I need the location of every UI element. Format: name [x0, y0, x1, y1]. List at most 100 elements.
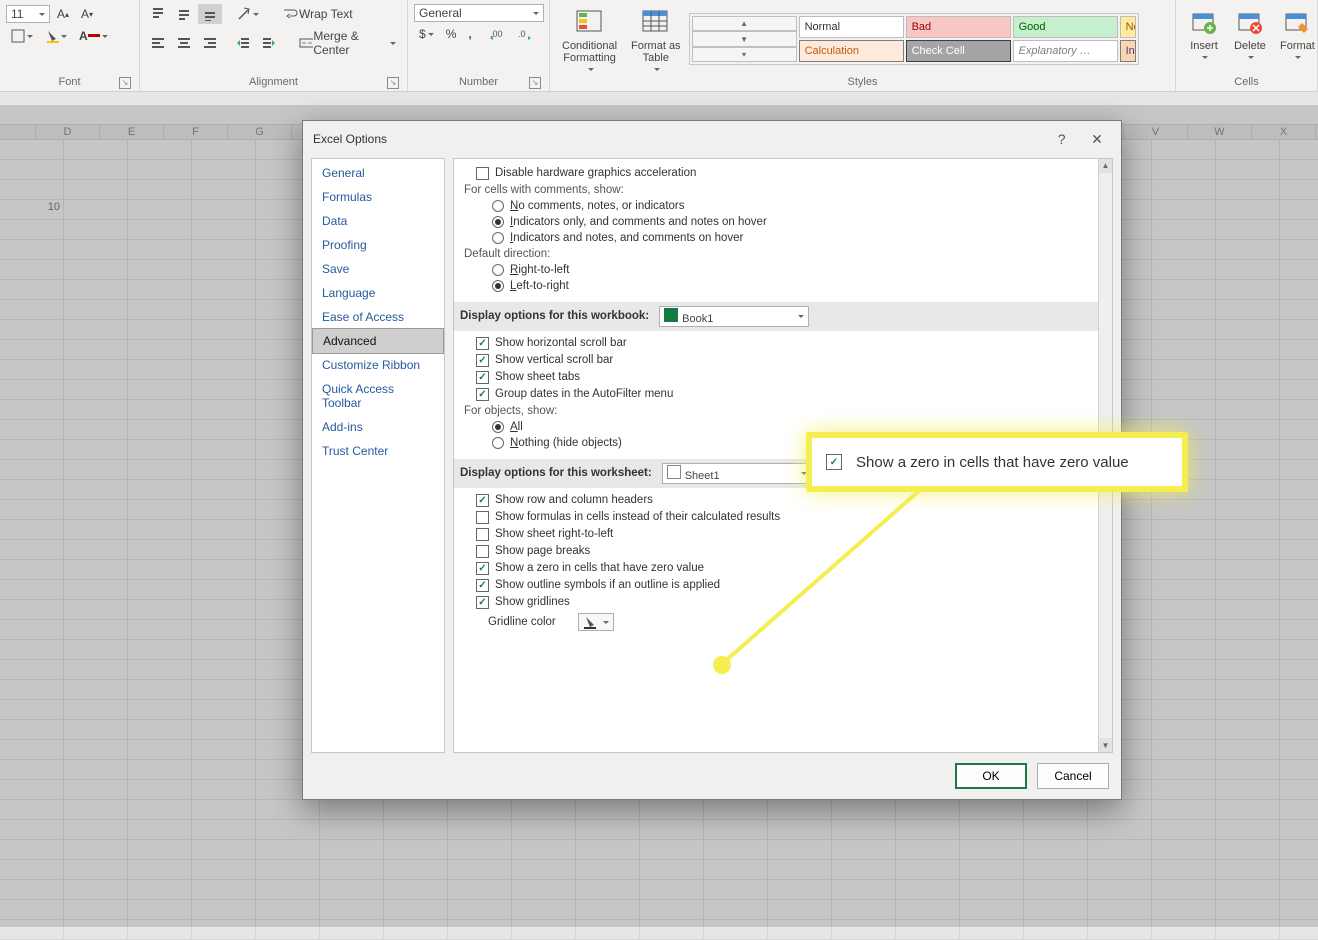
- format-cells-button[interactable]: Format: [1274, 4, 1318, 62]
- format-as-table-button[interactable]: Format as Table: [625, 4, 687, 74]
- callout-text: Show a zero in cells that have zero valu…: [856, 454, 1129, 471]
- nav-quick-access-toolbar[interactable]: Quick Access Toolbar: [312, 377, 444, 415]
- style-check-cell[interactable]: Check Cell: [906, 40, 1011, 62]
- ribbon: 11 A▴ A▾ A Font↘ Wrap Text: [0, 0, 1318, 92]
- nav-proofing[interactable]: Proofing: [312, 233, 444, 257]
- comments-label-2: Indicators and notes, and comments on ho…: [510, 232, 743, 244]
- ok-button[interactable]: OK: [955, 763, 1027, 789]
- comments-radio-0[interactable]: [492, 200, 504, 212]
- gridline-color-button[interactable]: [578, 613, 614, 631]
- style-bad[interactable]: Bad: [906, 16, 1011, 38]
- cell-styles-gallery[interactable]: NormalBadGoodNeutral CalculationCheck Cel…: [689, 13, 1139, 65]
- workbook-opt-checkbox-0[interactable]: [476, 337, 489, 350]
- decrease-indent-icon[interactable]: [231, 33, 255, 53]
- direction-radio-0[interactable]: [492, 264, 504, 276]
- comma-format-icon[interactable]: ,: [463, 24, 476, 44]
- close-icon[interactable]: ✕: [1081, 128, 1113, 152]
- insert-cells-button[interactable]: Insert: [1182, 4, 1226, 62]
- decrease-decimal-icon[interactable]: .0: [513, 24, 539, 44]
- nav-save[interactable]: Save: [312, 257, 444, 281]
- nav-formulas[interactable]: Formulas: [312, 185, 444, 209]
- alignment-dialog-launcher[interactable]: ↘: [387, 77, 399, 89]
- nav-general[interactable]: General: [312, 161, 444, 185]
- style-calculation[interactable]: Calculation: [799, 40, 904, 62]
- decrease-font-icon[interactable]: A▾: [76, 4, 98, 24]
- align-right-icon[interactable]: [198, 33, 222, 53]
- align-center-icon[interactable]: [172, 33, 196, 53]
- worksheet-opt-checkbox-6[interactable]: [476, 596, 489, 609]
- comments-radio-2[interactable]: [492, 232, 504, 244]
- nav-customize-ribbon[interactable]: Customize Ribbon: [312, 353, 444, 377]
- worksheet-opt-label-3: Show page breaks: [495, 545, 590, 557]
- workbook-opt-label-3: Group dates in the AutoFilter menu: [495, 388, 673, 400]
- font-size-combo[interactable]: 11: [6, 5, 50, 23]
- number-format-combo[interactable]: General: [414, 4, 544, 22]
- help-icon[interactable]: ?: [1046, 127, 1078, 151]
- increase-font-icon[interactable]: A▴: [52, 4, 74, 24]
- disable-hw-checkbox[interactable]: [476, 167, 489, 180]
- increase-indent-icon[interactable]: [257, 33, 281, 53]
- workbook-opt-checkbox-1[interactable]: [476, 354, 489, 367]
- number-dialog-launcher[interactable]: ↘: [529, 77, 541, 89]
- align-left-icon[interactable]: [146, 33, 170, 53]
- workbook-section-label: Display options for this workbook:: [460, 310, 649, 322]
- wrap-text-button[interactable]: Wrap Text: [278, 4, 358, 24]
- align-bottom-icon[interactable]: [198, 4, 222, 24]
- svg-text:.0: .0: [518, 29, 526, 39]
- callout-checkbox: [826, 454, 842, 470]
- align-middle-icon[interactable]: [172, 4, 196, 24]
- delete-cells-button[interactable]: Delete: [1228, 4, 1272, 62]
- style-neutral[interactable]: Neutral: [1120, 16, 1136, 38]
- objects-radio-0[interactable]: [492, 421, 504, 433]
- fill-color-icon[interactable]: [40, 26, 72, 46]
- nav-add-ins[interactable]: Add-ins: [312, 415, 444, 439]
- gallery-down-icon[interactable]: ▼: [692, 31, 797, 46]
- style-explanatory-[interactable]: Explanatory …: [1013, 40, 1118, 62]
- borders-icon[interactable]: [6, 26, 38, 46]
- nav-trust-center[interactable]: Trust Center: [312, 439, 444, 463]
- options-nav: GeneralFormulasDataProofingSaveLanguageE…: [311, 158, 445, 754]
- direction-label-0: Right-to-left: [510, 264, 569, 276]
- disable-hw-label: Disable hardware graphics acceleration: [495, 167, 696, 179]
- gridline-color-label: Gridline color: [488, 616, 556, 628]
- worksheet-opt-checkbox-0[interactable]: [476, 494, 489, 507]
- nav-data[interactable]: Data: [312, 209, 444, 233]
- font-color-icon[interactable]: A: [74, 26, 113, 46]
- gallery-up-icon[interactable]: ▲: [692, 16, 797, 31]
- font-dialog-launcher[interactable]: ↘: [119, 77, 131, 89]
- orientation-icon[interactable]: [232, 4, 264, 24]
- increase-decimal-icon[interactable]: .00: [485, 24, 511, 44]
- callout-dot: [713, 656, 731, 674]
- worksheet-opt-checkbox-2[interactable]: [476, 528, 489, 541]
- direction-label: Default direction:: [464, 246, 1090, 262]
- nav-ease-of-access[interactable]: Ease of Access: [312, 305, 444, 329]
- nav-language[interactable]: Language: [312, 281, 444, 305]
- worksheet-opt-label-2: Show sheet right-to-left: [495, 528, 613, 540]
- worksheet-opt-checkbox-3[interactable]: [476, 545, 489, 558]
- worksheet-opt-checkbox-4[interactable]: [476, 562, 489, 575]
- style-normal[interactable]: Normal: [799, 16, 904, 38]
- worksheet-selector[interactable]: Sheet1: [662, 463, 812, 484]
- workbook-opt-label-0: Show horizontal scroll bar: [495, 337, 627, 349]
- objects-radio-1[interactable]: [492, 437, 504, 449]
- nav-advanced[interactable]: Advanced: [312, 328, 444, 354]
- worksheet-opt-label-5: Show outline symbols if an outline is ap…: [495, 579, 720, 591]
- style-good[interactable]: Good: [1013, 16, 1118, 38]
- worksheet-opt-checkbox-5[interactable]: [476, 579, 489, 592]
- direction-radio-1[interactable]: [492, 280, 504, 292]
- style-input[interactable]: Input: [1120, 40, 1136, 62]
- accounting-format-icon[interactable]: $: [414, 24, 439, 44]
- comments-radio-1[interactable]: [492, 216, 504, 228]
- workbook-selector[interactable]: Book1: [659, 306, 809, 327]
- workbook-opt-checkbox-2[interactable]: [476, 371, 489, 384]
- worksheet-opt-checkbox-1[interactable]: [476, 511, 489, 524]
- worksheet-section-label: Display options for this worksheet:: [460, 467, 652, 479]
- cancel-button[interactable]: Cancel: [1037, 763, 1109, 789]
- comments-label-1: Indicators only, and comments and notes …: [510, 216, 767, 228]
- gallery-more-icon[interactable]: ▾: [692, 47, 797, 62]
- workbook-opt-checkbox-3[interactable]: [476, 388, 489, 401]
- align-top-icon[interactable]: [146, 4, 170, 24]
- merge-center-button[interactable]: Merge & Center: [294, 26, 401, 60]
- percent-format-icon[interactable]: %: [441, 24, 462, 44]
- conditional-formatting-button[interactable]: Conditional Formatting: [556, 4, 623, 74]
